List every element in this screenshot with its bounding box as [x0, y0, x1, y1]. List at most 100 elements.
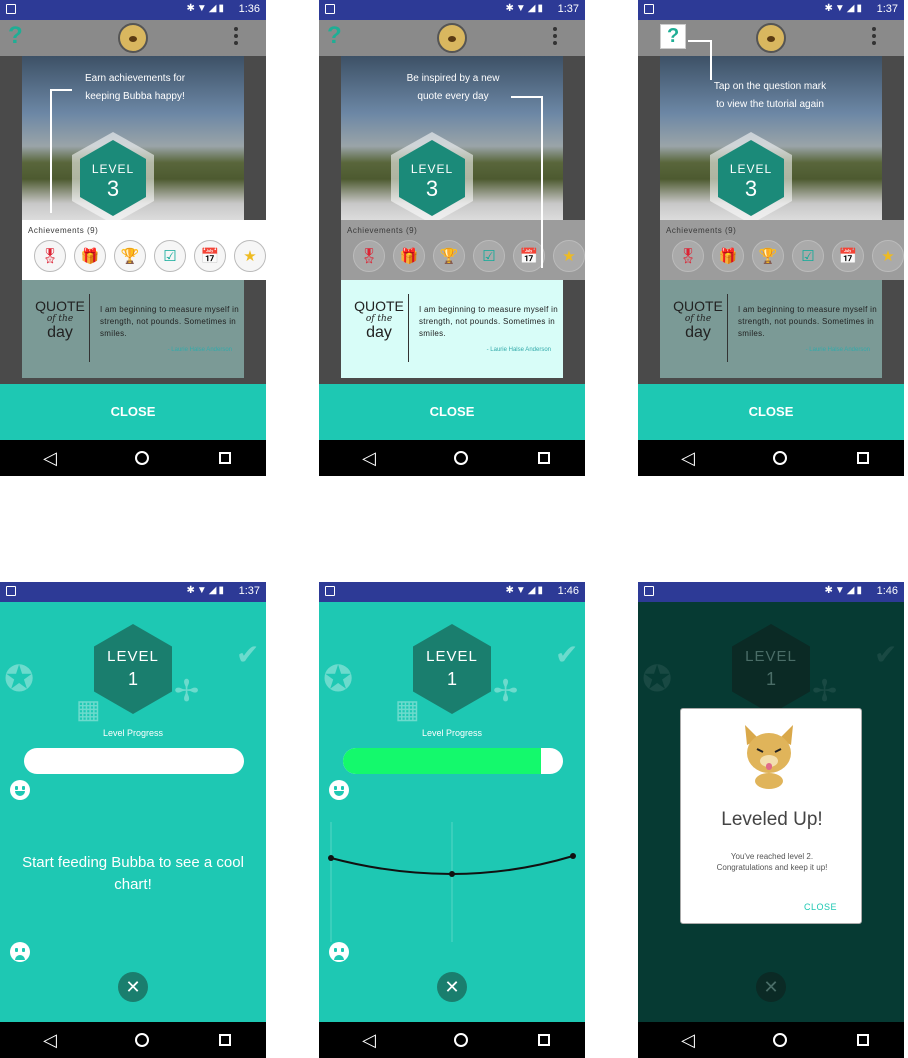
- overflow-menu-icon[interactable]: [234, 27, 238, 48]
- level-number: 1: [127, 669, 138, 689]
- achievements-title: Achievements (9): [347, 226, 418, 235]
- status-time: 1:37: [557, 3, 579, 15]
- level-number: 3: [106, 176, 120, 201]
- gift-icon[interactable]: 🎁: [74, 240, 106, 272]
- chart-point: [570, 853, 576, 859]
- home-icon[interactable]: [454, 1033, 468, 1047]
- signal-icons: ✱▼◢▮: [505, 3, 545, 14]
- status-time: 1:37: [876, 3, 898, 15]
- recents-icon[interactable]: [538, 1034, 550, 1046]
- back-icon[interactable]: ◁: [35, 448, 65, 469]
- close-button[interactable]: CLOSE: [0, 384, 266, 440]
- bubba-avatar[interactable]: [756, 23, 786, 53]
- gift-icon[interactable]: 🎁: [393, 240, 425, 272]
- back-icon[interactable]: ◁: [673, 448, 703, 469]
- medal-deco-icon: ✪: [4, 658, 35, 699]
- overflow-menu-icon[interactable]: [553, 27, 557, 48]
- hint-line-1: Be inspired by a new: [406, 73, 500, 84]
- level-badge: LEVEL 1: [413, 624, 491, 714]
- home-icon[interactable]: [135, 451, 149, 465]
- bookmark-check-icon[interactable]: ☑: [154, 240, 186, 272]
- calendar-plus-icon[interactable]: 📅: [194, 240, 226, 272]
- back-icon[interactable]: ◁: [354, 1030, 384, 1051]
- hint-line-v: [541, 96, 543, 268]
- nav-bar: ◁: [0, 1022, 266, 1058]
- level-progress-bar: [343, 748, 563, 774]
- home-icon[interactable]: [773, 1033, 787, 1047]
- quote-label-top: QUOTE: [35, 298, 85, 314]
- help-question-icon[interactable]: ?: [8, 22, 23, 50]
- bookmark-deco-icon: ✔: [555, 639, 579, 670]
- help-question-icon[interactable]: ?: [660, 24, 687, 49]
- home-icon[interactable]: [135, 1033, 149, 1047]
- back-icon[interactable]: ◁: [354, 448, 384, 469]
- achievements-strip: Achievements (9) 🎖 🎁 🏆 ☑ 📅 ★: [660, 220, 904, 280]
- medal-icon[interactable]: 🎖: [34, 240, 66, 272]
- image-notification-icon: [644, 586, 654, 596]
- calendar-plus-icon[interactable]: 📅: [832, 240, 864, 272]
- back-icon[interactable]: ◁: [35, 1030, 65, 1051]
- status-bar: ✱▼◢▮ 1:37: [319, 0, 585, 20]
- screen-level-empty: ✱▼◢▮ 1:37 ✪ ▦ ✢ ✔ LEVEL 1 Level Progress…: [0, 582, 266, 1058]
- trophy-icon[interactable]: 🏆: [752, 240, 784, 272]
- home-icon[interactable]: [773, 451, 787, 465]
- bubba-avatar[interactable]: [118, 23, 148, 53]
- recents-icon[interactable]: [857, 452, 869, 464]
- empty-chart-message: Start feeding Bubba to see a cool chart!: [22, 854, 244, 893]
- trophy-icon[interactable]: 🏆: [433, 240, 465, 272]
- quote-text: I am beginning to measure myself in stre…: [738, 305, 878, 338]
- help-question-icon[interactable]: ?: [327, 22, 342, 50]
- level-word: LEVEL: [91, 162, 135, 176]
- quote-label-bottom: day: [47, 324, 73, 341]
- overflow-menu-icon[interactable]: [872, 27, 876, 48]
- level-background: ✪ ▦ ✢ ✔ LEVEL 1 Level Progress Start fee…: [0, 602, 266, 1022]
- medal-icon[interactable]: 🎖: [672, 240, 704, 272]
- bubba-avatar[interactable]: [437, 23, 467, 53]
- status-bar: ✱▼◢▮ 1:37: [638, 0, 904, 20]
- signal-icons: ✱▼◢▮: [824, 3, 864, 14]
- quote-author: - Laurie Halse Anderson: [167, 347, 232, 353]
- star-icon[interactable]: ★: [553, 240, 585, 272]
- recents-icon[interactable]: [857, 1034, 869, 1046]
- signal-icons: ✱▼◢▮: [824, 585, 864, 596]
- gift-icon[interactable]: 🎁: [712, 240, 744, 272]
- star-icon[interactable]: ★: [234, 240, 266, 272]
- calendar-deco-icon: ▦: [76, 694, 101, 724]
- bookmark-check-icon[interactable]: ☑: [473, 240, 505, 272]
- close-button[interactable]: CLOSE: [319, 384, 585, 440]
- bookmark-check-icon[interactable]: ☑: [792, 240, 824, 272]
- recents-icon[interactable]: [538, 452, 550, 464]
- close-x-button[interactable]: ✕: [118, 972, 148, 1002]
- level-progress-bar: [24, 748, 244, 774]
- star-icon[interactable]: ★: [872, 240, 904, 272]
- level-up-dialog: Leveled Up! You've reached level 2. Cong…: [680, 708, 862, 924]
- hint-line-h: [688, 40, 712, 42]
- dialog-close-button[interactable]: CLOSE: [804, 902, 837, 912]
- close-x-button[interactable]: ✕: [756, 972, 786, 1002]
- close-button[interactable]: CLOSE: [638, 384, 904, 440]
- level-number: 1: [446, 669, 457, 689]
- recents-icon[interactable]: [219, 452, 231, 464]
- trophy-icon[interactable]: 🏆: [114, 240, 146, 272]
- dialog-title: Leveled Up!: [721, 809, 823, 830]
- quote-text: I am beginning to measure myself in stre…: [419, 305, 559, 338]
- home-icon[interactable]: [454, 451, 468, 465]
- quote-label-mid: of the: [46, 314, 74, 324]
- image-notification-icon: [325, 4, 335, 14]
- level-badge: LEVEL 1: [732, 624, 810, 714]
- achievements-strip: Achievements (9) 🎖 🎁 🏆 ☑ 📅 ★: [341, 220, 585, 280]
- close-x-button[interactable]: ✕: [437, 972, 467, 1002]
- screen-tutorial-quote: ✱▼◢▮ 1:37 ? LEVEL 3 Achievements (9) 🎖 🎁…: [319, 0, 585, 476]
- recents-icon[interactable]: [219, 1034, 231, 1046]
- medal-icon[interactable]: 🎖: [353, 240, 385, 272]
- back-icon[interactable]: ◁: [673, 1030, 703, 1051]
- quote-card: QUOTE of the day I am beginning to measu…: [660, 280, 882, 378]
- image-notification-icon: [644, 4, 654, 14]
- level-word: LEVEL: [107, 648, 159, 665]
- signal-icons: ✱▼◢▮: [186, 585, 226, 596]
- status-time: 1:36: [238, 3, 260, 15]
- quote-label-bottom: day: [685, 324, 711, 341]
- chart-point: [449, 871, 455, 877]
- level-word: LEVEL: [729, 162, 773, 176]
- hint-line-2: quote every day: [417, 91, 489, 102]
